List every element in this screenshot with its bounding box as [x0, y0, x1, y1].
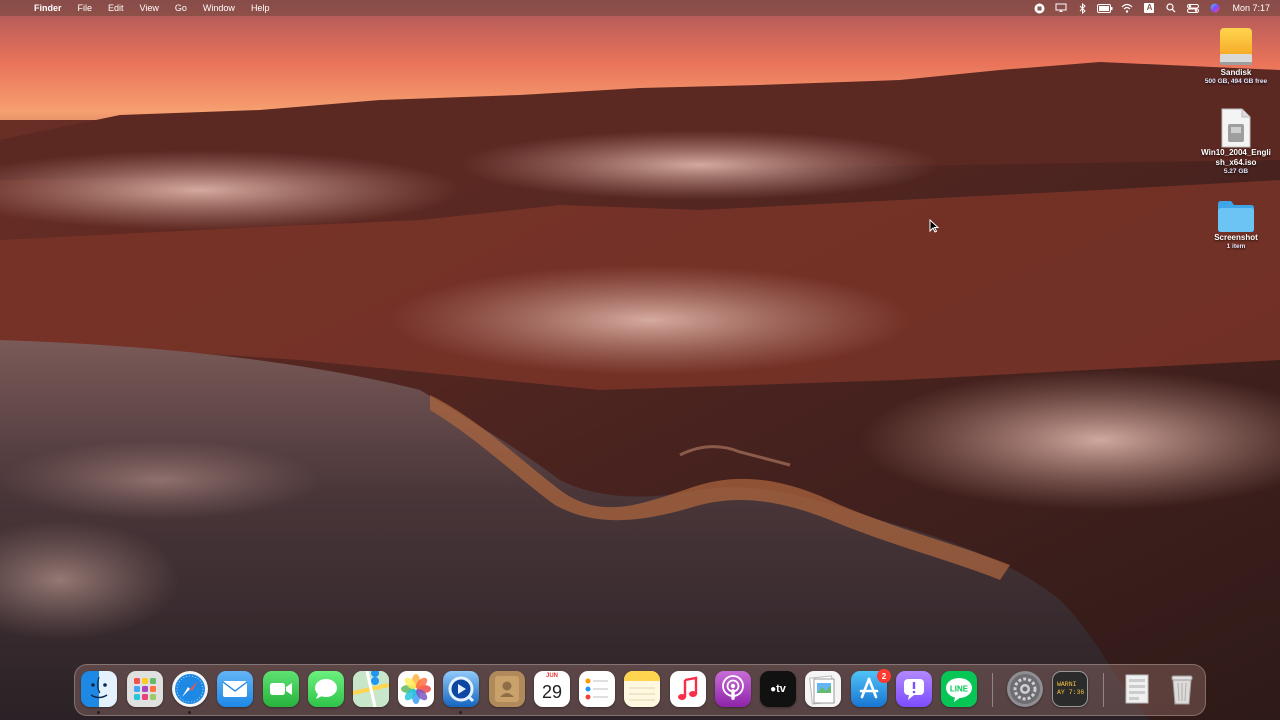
dock-app-console[interactable]: WARNI AY 7:36 — [1052, 671, 1088, 707]
running-indicator — [97, 711, 100, 714]
feedback-icon — [904, 679, 924, 700]
desktop-item-info: 500 GB, 494 GB free — [1204, 78, 1268, 85]
dock-app-facetime[interactable] — [263, 671, 299, 707]
dock-separator — [992, 673, 993, 707]
mail-icon — [222, 681, 248, 697]
dock: JUN 29 ● tv 2 LINE WARNI AY 7:36 — [74, 664, 1206, 716]
menu-bar-right: A Mon 7:17 — [1028, 0, 1270, 16]
dock-app-tv[interactable]: ● tv — [760, 671, 796, 707]
dock-app-feedback-assistant[interactable] — [896, 671, 932, 707]
safari-icon — [175, 674, 205, 704]
line-label: LINE — [950, 685, 969, 694]
menu-file[interactable]: File — [70, 3, 101, 13]
notification-badge: 2 — [877, 669, 891, 683]
menu-bar: Finder File Edit View Go Window Help A M… — [0, 0, 1280, 16]
siri-icon[interactable] — [1204, 0, 1226, 16]
dock-app-maps[interactable] — [353, 671, 389, 707]
dock-app-launchpad[interactable] — [127, 671, 163, 707]
dock-app-photos[interactable] — [398, 671, 434, 707]
desktop-item-screenshot-folder[interactable]: Screenshot 1 item — [1191, 193, 1280, 251]
dock-app-app-store[interactable]: 2 — [851, 669, 891, 707]
system-preferences-icon — [1010, 674, 1040, 704]
desktop-item-label: Sandisk — [1220, 68, 1252, 77]
screen-recording-stop-icon[interactable] — [1028, 0, 1050, 16]
dock-app-reminders[interactable] — [579, 671, 615, 707]
dock-app-preview[interactable] — [805, 671, 841, 707]
quicktime-icon — [448, 676, 475, 703]
menu-bar-clock[interactable]: Mon 7:17 — [1226, 3, 1270, 13]
preview-icon — [809, 675, 835, 705]
dock-app-safari[interactable] — [172, 671, 208, 707]
mouse-pointer-icon — [929, 219, 939, 233]
folder-icon — [1191, 193, 1280, 233]
calendar-month-label: JUN — [545, 673, 558, 679]
dock-app-line[interactable]: LINE — [941, 671, 977, 707]
spotlight-search-icon[interactable] — [1160, 0, 1182, 16]
input-source-label: A — [1144, 3, 1155, 13]
dock-app-system-preferences[interactable] — [1007, 671, 1043, 707]
console-text-line2: AY 7:36 — [1057, 689, 1085, 696]
disk-image-icon — [1191, 106, 1280, 148]
dock-app-notes[interactable] — [624, 671, 660, 707]
dock-separator — [1103, 673, 1104, 707]
menu-window[interactable]: Window — [195, 3, 243, 13]
external-drive-icon — [1191, 22, 1280, 68]
photos-icon — [401, 674, 431, 704]
dock-app-mail[interactable] — [217, 671, 253, 707]
messages-icon — [315, 679, 337, 699]
menu-app-name[interactable]: Finder — [26, 3, 70, 13]
desktop-item-sandisk[interactable]: Sandisk 500 GB, 494 GB free — [1191, 22, 1280, 86]
running-indicator — [459, 711, 462, 714]
finder-icon — [90, 676, 108, 699]
menu-edit[interactable]: Edit — [100, 3, 132, 13]
desktop-wallpaper — [0, 0, 1280, 720]
menu-view[interactable]: View — [132, 3, 167, 13]
dock-app-finder[interactable] — [81, 671, 117, 707]
dock-downloads-stack[interactable] — [1119, 671, 1155, 707]
input-source-icon[interactable]: A — [1138, 0, 1160, 16]
airplay-display-icon[interactable] — [1050, 0, 1072, 16]
dock-app-calendar[interactable]: JUN 29 — [534, 671, 570, 707]
tv-label: tv — [776, 683, 786, 695]
trash-icon — [1171, 675, 1193, 705]
podcasts-icon — [722, 675, 744, 700]
console-text-line1: WARNI — [1057, 681, 1077, 688]
dock-app-quicktime[interactable] — [443, 671, 479, 707]
notes-icon — [624, 671, 660, 701]
dock-app-contacts[interactable] — [489, 671, 525, 707]
desktop-item-info: 1 item — [1226, 243, 1246, 250]
bluetooth-icon[interactable] — [1072, 0, 1094, 16]
desktop-item-label: Screenshot — [1214, 233, 1258, 242]
dock-app-messages[interactable] — [308, 671, 344, 707]
battery-icon[interactable] — [1094, 0, 1116, 16]
menu-help[interactable]: Help — [243, 3, 278, 13]
facetime-icon — [270, 683, 292, 695]
contacts-icon — [495, 676, 519, 702]
calendar-day-label: 29 — [541, 682, 563, 702]
dock-app-music[interactable] — [670, 671, 706, 707]
control-center-icon[interactable] — [1182, 0, 1204, 16]
dock-trash[interactable] — [1164, 671, 1200, 707]
downloads-stack-icon — [1125, 674, 1149, 704]
desktop-item-info: 5.27 GB — [1223, 168, 1249, 175]
desktop-item-label-line1: Win10_2004_Engli — [1201, 148, 1271, 157]
wifi-icon[interactable] — [1116, 0, 1138, 16]
launchpad-icon — [134, 678, 156, 700]
music-icon — [678, 676, 698, 700]
desktop-item-win10-iso[interactable]: Win10_2004_Engli sh_x64.iso 5.27 GB — [1191, 106, 1280, 176]
dock-app-podcasts[interactable] — [715, 671, 751, 707]
menu-bar-left: Finder File Edit View Go Window Help — [10, 3, 277, 13]
running-indicator — [188, 711, 191, 714]
reminders-icon — [585, 678, 608, 700]
line-icon: LINE — [946, 678, 972, 702]
maps-icon — [353, 671, 389, 707]
menu-go[interactable]: Go — [167, 3, 195, 13]
desktop-item-label-line2: sh_x64.iso — [1215, 158, 1257, 167]
